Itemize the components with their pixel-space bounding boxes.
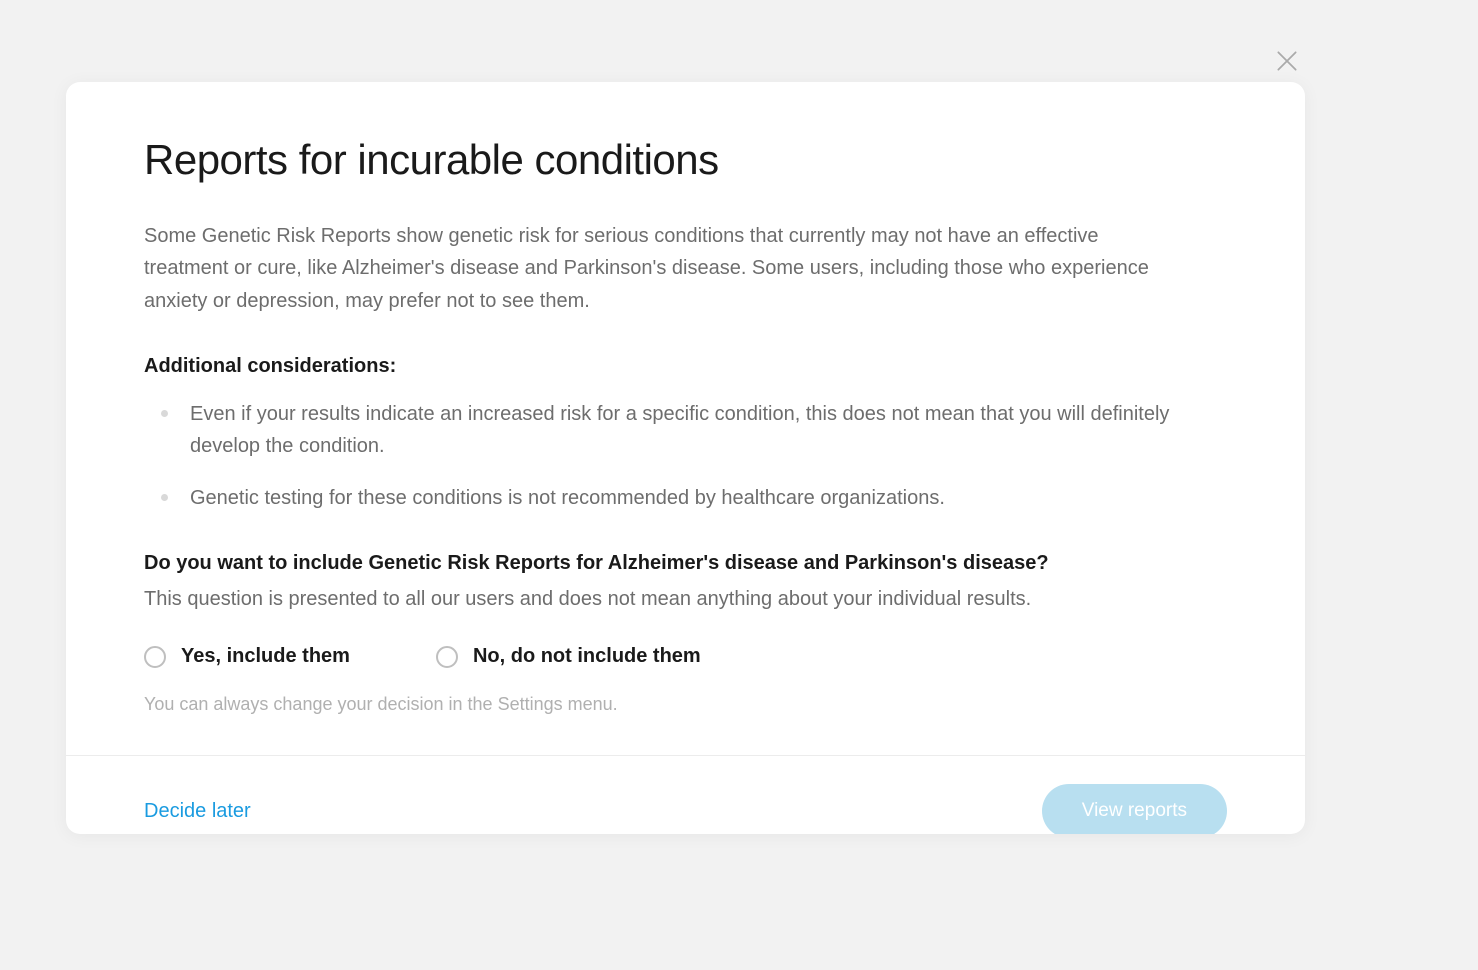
close-icon xyxy=(1274,61,1300,78)
change-note: You can always change your decision in t… xyxy=(144,694,1227,715)
consideration-item: Even if your results indicate an increas… xyxy=(144,398,1184,462)
modal-body: Reports for incurable conditions Some Ge… xyxy=(66,82,1305,755)
decide-later-button[interactable]: Decide later xyxy=(144,800,251,823)
considerations-list: Even if your results indicate an increas… xyxy=(144,398,1227,514)
option-no-label: No, do not include them xyxy=(473,645,701,668)
option-yes-label: Yes, include them xyxy=(181,645,350,668)
close-button[interactable] xyxy=(1274,48,1300,74)
radio-icon xyxy=(144,646,166,668)
modal-footer: Decide later View reports xyxy=(66,755,1305,834)
option-yes[interactable]: Yes, include them xyxy=(144,645,350,668)
intro-paragraph: Some Genetic Risk Reports show genetic r… xyxy=(144,220,1164,317)
option-no[interactable]: No, do not include them xyxy=(436,645,701,668)
radio-group: Yes, include them No, do not include the… xyxy=(144,645,1227,668)
consideration-item: Genetic testing for these conditions is … xyxy=(144,482,1184,514)
view-reports-button[interactable]: View reports xyxy=(1042,784,1227,834)
modal-dialog: Reports for incurable conditions Some Ge… xyxy=(66,82,1305,834)
question-note: This question is presented to all our us… xyxy=(144,583,1227,615)
page-title: Reports for incurable conditions xyxy=(144,136,1227,184)
question-text: Do you want to include Genetic Risk Repo… xyxy=(144,552,1227,575)
considerations-heading: Additional considerations: xyxy=(144,355,1227,378)
radio-icon xyxy=(436,646,458,668)
